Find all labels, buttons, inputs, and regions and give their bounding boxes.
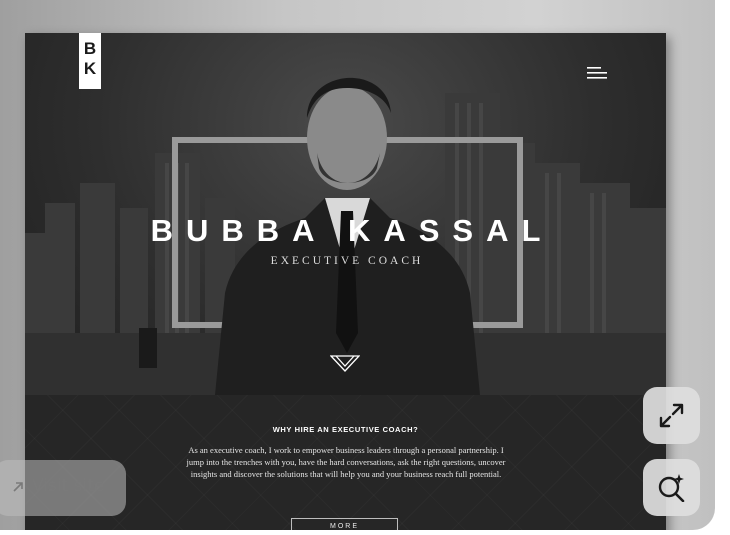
hero-name-heading: BUBBA KASSAL xyxy=(150,213,554,248)
section-paragraph: As an executive coach, I work to empower… xyxy=(186,445,506,480)
logo-letter-b: B xyxy=(83,39,97,58)
hamburger-menu-icon[interactable] xyxy=(587,66,609,80)
logo-letter-k: K xyxy=(83,59,97,78)
more-button[interactable]: MORE xyxy=(291,518,398,530)
preview-frame: B K BUBBA KASSAL EXECUTIVE COACH WHY HIR… xyxy=(0,0,715,530)
scroll-down-chevron-icon[interactable] xyxy=(330,355,360,373)
search-sparkle-icon xyxy=(658,474,685,502)
ai-search-button[interactable] xyxy=(643,459,700,516)
arrow-up-right-icon xyxy=(13,482,23,492)
website-preview: B K BUBBA KASSAL EXECUTIVE COACH WHY HIR… xyxy=(25,33,666,530)
hero-subtitle: EXECUTIVE COACH xyxy=(270,255,424,267)
expand-button[interactable] xyxy=(643,387,700,444)
visit-site-button[interactable]: Visit site xyxy=(0,460,126,516)
visit-site-label: Visit site xyxy=(32,476,105,496)
section-heading: WHY HIRE AN EXECUTIVE COACH? xyxy=(272,425,419,434)
expand-icon xyxy=(659,403,684,428)
hero-section: B K BUBBA KASSAL EXECUTIVE COACH xyxy=(25,33,666,395)
site-logo[interactable]: B K xyxy=(79,33,101,89)
